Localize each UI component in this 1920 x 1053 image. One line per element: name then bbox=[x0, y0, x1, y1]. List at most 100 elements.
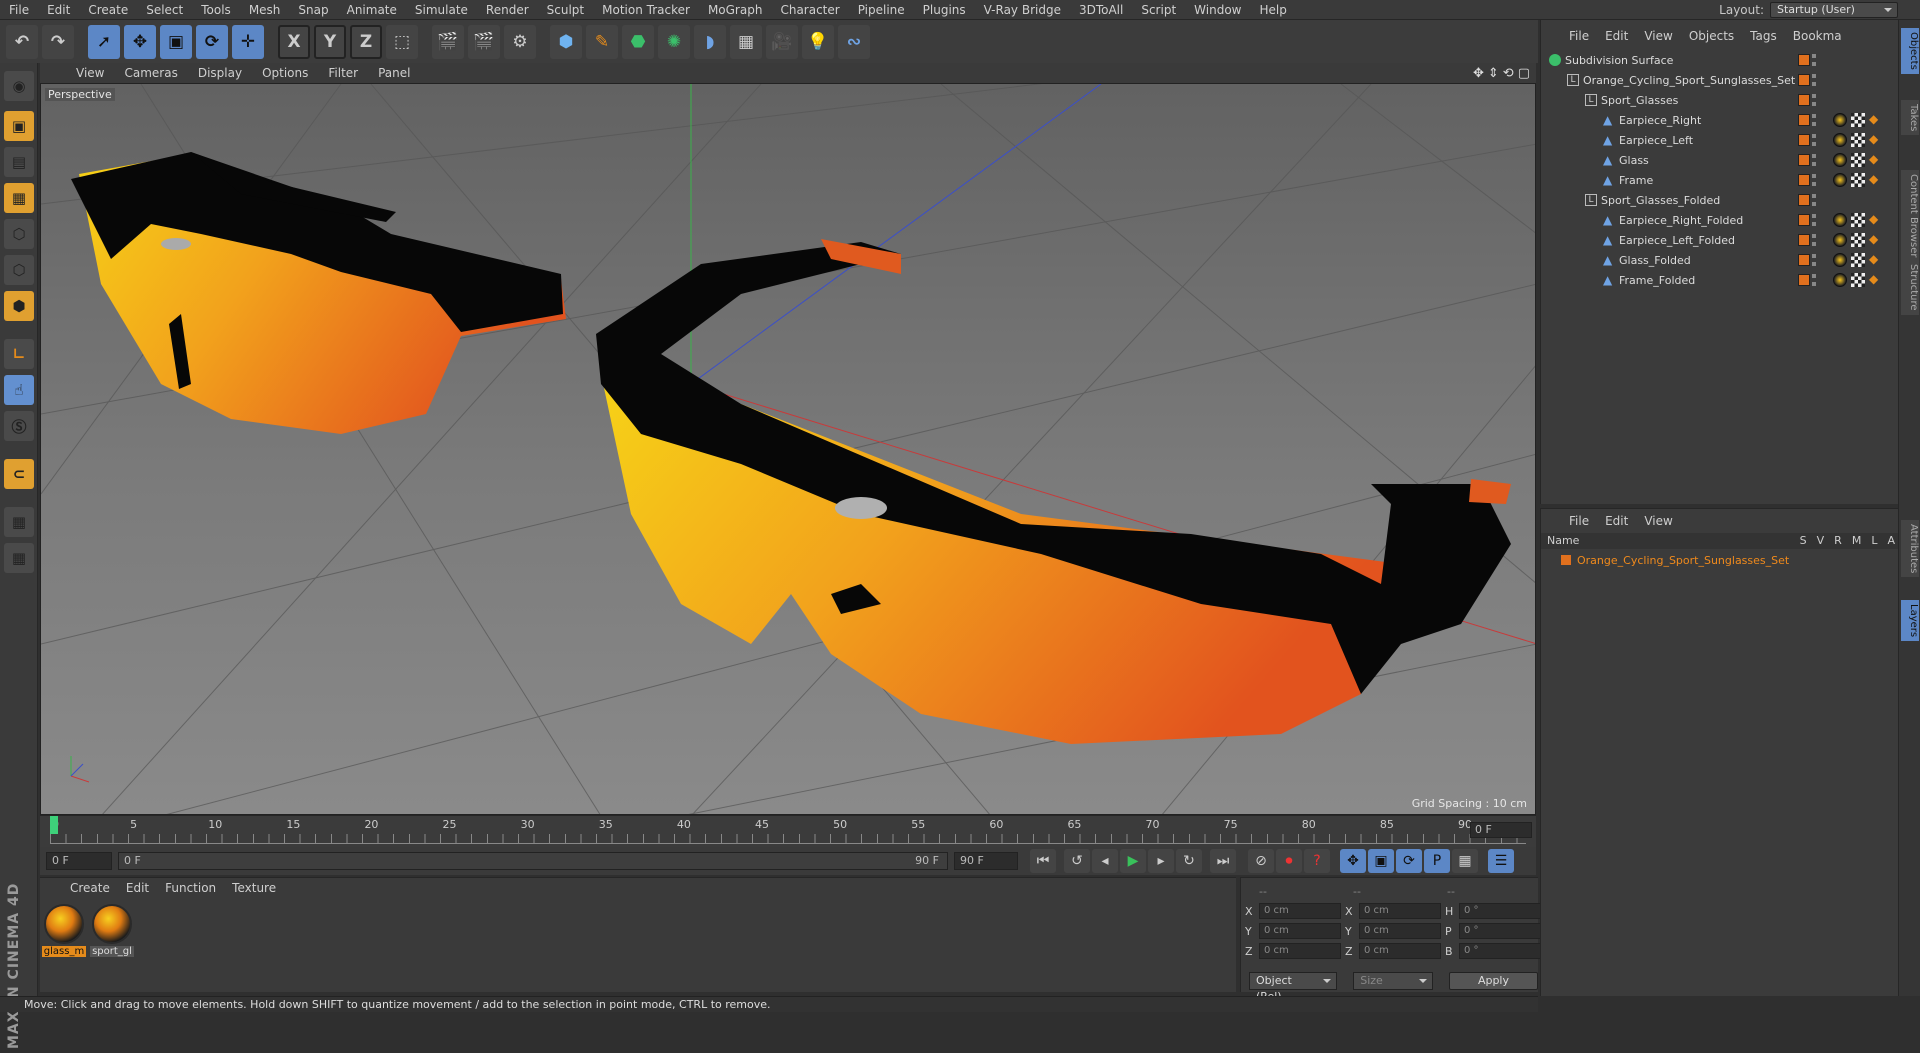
material-tag-icon[interactable] bbox=[1833, 213, 1847, 227]
undo-icon[interactable]: ↶ bbox=[6, 24, 38, 59]
z-axis-lock-button[interactable]: Z bbox=[350, 24, 382, 59]
size-mode-dropdown[interactable]: Size bbox=[1353, 972, 1433, 990]
array-generator-icon[interactable]: ✺ bbox=[658, 24, 690, 59]
apply-button[interactable]: Apply bbox=[1448, 972, 1538, 990]
phong-tag-icon[interactable]: ◆ bbox=[1869, 133, 1881, 145]
material-sport[interactable]: sport_gl bbox=[90, 904, 134, 957]
make-editable-icon[interactable]: ◉ bbox=[4, 71, 34, 101]
next-frame-icon[interactable]: ▸ bbox=[1148, 849, 1174, 873]
object-row[interactable]: Subdivision Surface bbox=[1541, 50, 1899, 70]
layer-row[interactable]: Orange_Cycling_Sport_Sunglasses_Set bbox=[1541, 551, 1899, 569]
phong-tag-icon[interactable]: ◆ bbox=[1869, 113, 1881, 125]
points-mode-icon[interactable]: ⬡ bbox=[4, 219, 34, 249]
layer-menu-edit[interactable]: Edit bbox=[1597, 514, 1636, 528]
visibility-dots-icon[interactable] bbox=[1812, 274, 1816, 286]
uvw-tag-icon[interactable] bbox=[1851, 253, 1865, 267]
object-menu-file[interactable]: File bbox=[1561, 29, 1597, 43]
layer-menu-file[interactable]: File bbox=[1561, 514, 1597, 528]
viewport-menu-filter[interactable]: Filter bbox=[318, 66, 368, 80]
layer-column-l[interactable]: L bbox=[1871, 533, 1877, 549]
transform-tool-icon[interactable]: ✛ bbox=[232, 24, 264, 59]
object-menu-bookma[interactable]: Bookma bbox=[1785, 29, 1850, 43]
object-row[interactable]: ▲ Frame_Folded ◆ bbox=[1541, 270, 1899, 290]
uvw-tag-icon[interactable] bbox=[1851, 153, 1865, 167]
coordinate-system-icon[interactable]: ⬚ bbox=[386, 24, 418, 59]
autokey-icon[interactable]: ? bbox=[1304, 849, 1330, 873]
end-frame-field[interactable]: 90 F bbox=[954, 852, 1018, 870]
layer-tag-icon[interactable] bbox=[1798, 74, 1810, 86]
workplane-mode-icon[interactable]: ▦ bbox=[4, 183, 34, 213]
viewport-menu-display[interactable]: Display bbox=[188, 66, 252, 80]
layer-tag-icon[interactable] bbox=[1798, 134, 1810, 146]
layer-tag-icon[interactable] bbox=[1798, 214, 1810, 226]
camera-icon[interactable]: 🎥 bbox=[766, 24, 798, 59]
side-tab-takes[interactable]: Takes bbox=[1901, 100, 1919, 136]
layer-tag-icon[interactable] bbox=[1798, 174, 1810, 186]
coordinate-mode-dropdown[interactable]: Object (Rel) bbox=[1249, 972, 1338, 1003]
side-tab-objects[interactable]: Objects bbox=[1901, 28, 1919, 74]
layer-tag-icon[interactable] bbox=[1798, 154, 1810, 166]
material-tag-icon[interactable] bbox=[1833, 113, 1847, 127]
side-tab-content-browser[interactable]: Content Browser bbox=[1901, 170, 1919, 262]
rotation-p-field[interactable]: 0 ° bbox=[1459, 923, 1541, 939]
viewport-menu-options[interactable]: Options bbox=[252, 66, 318, 80]
grid-snap-icon[interactable]: ▦ bbox=[4, 543, 34, 573]
polygons-mode-icon[interactable]: ⬢ bbox=[4, 291, 34, 321]
timeline-ruler[interactable]: 051015202530354045505560657075808590 0 F bbox=[40, 815, 1536, 847]
material-menu-edit[interactable]: Edit bbox=[118, 881, 157, 895]
layer-tag-icon[interactable] bbox=[1798, 194, 1810, 206]
object-row[interactable]: ▲ Frame ◆ bbox=[1541, 170, 1899, 190]
visibility-dots-icon[interactable] bbox=[1812, 174, 1816, 186]
layer-tag-icon[interactable] bbox=[1798, 54, 1810, 66]
menu-window[interactable]: Window bbox=[1185, 0, 1250, 20]
menu-script[interactable]: Script bbox=[1132, 0, 1185, 20]
select-tool-icon[interactable]: ➚ bbox=[88, 24, 120, 59]
object-row[interactable]: ▲ Earpiece_Right ◆ bbox=[1541, 110, 1899, 130]
menu-snap[interactable]: Snap bbox=[289, 0, 337, 20]
object-menu-objects[interactable]: Objects bbox=[1681, 29, 1742, 43]
layer-column-a[interactable]: A bbox=[1887, 533, 1895, 549]
pan-icon[interactable]: ✥ bbox=[1473, 66, 1484, 81]
visibility-dots-icon[interactable] bbox=[1812, 194, 1816, 206]
object-menu-tags[interactable]: Tags bbox=[1742, 29, 1785, 43]
previous-frame-icon[interactable]: ◂ bbox=[1092, 849, 1118, 873]
material-tag-icon[interactable] bbox=[1833, 233, 1847, 247]
side-tab-layers[interactable]: Layers bbox=[1901, 600, 1919, 642]
subdivision-generator-icon[interactable]: ⬣ bbox=[622, 24, 654, 59]
record-off-icon[interactable]: ⊘ bbox=[1248, 849, 1274, 873]
next-key-icon[interactable]: ↻ bbox=[1176, 849, 1202, 873]
phong-tag-icon[interactable]: ◆ bbox=[1869, 253, 1881, 265]
object-row[interactable]: L Sport_Glasses_Folded bbox=[1541, 190, 1899, 210]
orbit-icon[interactable]: ⟲ bbox=[1503, 66, 1514, 81]
layer-tag-icon[interactable] bbox=[1798, 234, 1810, 246]
phong-tag-icon[interactable]: ◆ bbox=[1869, 233, 1881, 245]
material-tag-icon[interactable] bbox=[1833, 253, 1847, 267]
redo-icon[interactable]: ↷ bbox=[42, 24, 74, 59]
timeline-scale[interactable] bbox=[50, 834, 1526, 844]
object-row[interactable]: ▲ Earpiece_Right_Folded ◆ bbox=[1541, 210, 1899, 230]
rotate-tool-icon[interactable]: ⟳ bbox=[196, 24, 228, 59]
menu-animate[interactable]: Animate bbox=[338, 0, 406, 20]
visibility-dots-icon[interactable] bbox=[1812, 234, 1816, 246]
object-row[interactable]: L Sport_Glasses bbox=[1541, 90, 1899, 110]
deformer-icon[interactable]: ◗ bbox=[694, 24, 726, 59]
render-settings-icon[interactable]: ⚙ bbox=[504, 24, 536, 59]
visibility-dots-icon[interactable] bbox=[1812, 214, 1816, 226]
menu-render[interactable]: Render bbox=[477, 0, 538, 20]
previous-key-icon[interactable]: ↺ bbox=[1064, 849, 1090, 873]
visibility-dots-icon[interactable] bbox=[1812, 94, 1816, 106]
frame-range-slider[interactable]: 0 F 90 F bbox=[118, 852, 948, 870]
light-icon[interactable]: 💡 bbox=[802, 24, 834, 59]
viewport-menu-panel[interactable]: Panel bbox=[368, 66, 420, 80]
menu-create[interactable]: Create bbox=[79, 0, 137, 20]
pen-spline-icon[interactable]: ✎ bbox=[586, 24, 618, 59]
layer-tag-icon[interactable] bbox=[1798, 114, 1810, 126]
visibility-dots-icon[interactable] bbox=[1812, 254, 1816, 266]
menu-motion-tracker[interactable]: Motion Tracker bbox=[593, 0, 699, 20]
key-position-icon[interactable]: ✥ bbox=[1340, 849, 1366, 873]
rotation-h-field[interactable]: 0 ° bbox=[1459, 903, 1541, 919]
x-axis-lock-button[interactable]: X bbox=[278, 24, 310, 59]
position-z-field[interactable]: 0 cm bbox=[1259, 943, 1341, 959]
start-frame-field[interactable]: 0 F bbox=[46, 852, 112, 870]
uvw-tag-icon[interactable] bbox=[1851, 233, 1865, 247]
